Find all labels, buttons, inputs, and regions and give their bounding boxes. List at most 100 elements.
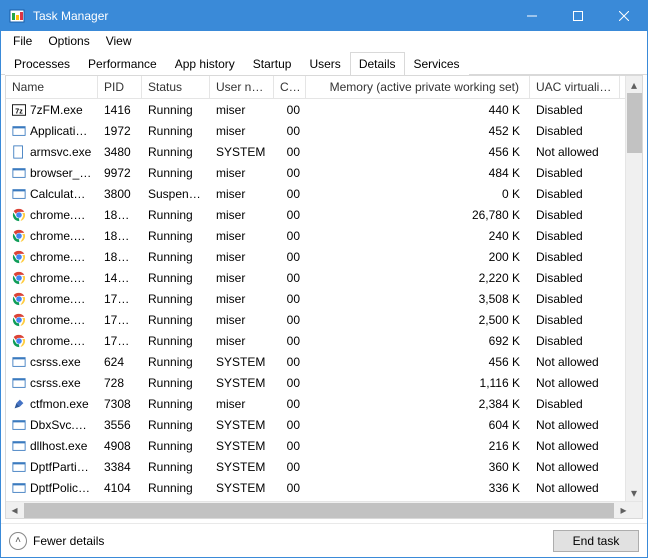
process-status: Running [142,458,210,476]
process-memory: 456 K [306,353,530,371]
table-row[interactable]: ApplicationFr...1972Runningmiser00452 KD… [6,120,642,141]
menu-view[interactable]: View [98,32,140,50]
process-icon [12,271,26,285]
process-name: Calculator.exe [30,187,92,201]
scroll-left-arrow-icon[interactable]: ◂ [6,503,23,517]
table-row[interactable]: chrome.exe14636Runningmiser002,220 KDisa… [6,267,642,288]
process-name: ApplicationFr... [30,124,92,138]
table-row[interactable]: dllhost.exe4908RunningSYSTEM00216 KNot a… [6,435,642,456]
process-pid: 1416 [98,101,142,119]
horizontal-scrollbar[interactable]: ◂ ▸ [6,501,642,518]
fewer-details-button[interactable]: ˄ Fewer details [9,532,104,550]
tab-app-history[interactable]: App history [166,52,244,75]
col-header-name[interactable]: Name [6,76,98,98]
process-status: Running [142,143,210,161]
tab-startup[interactable]: Startup [244,52,301,75]
table-row[interactable]: 7z7zFM.exe1416Runningmiser00440 KDisable… [6,99,642,120]
horizontal-scroll-thumb[interactable] [24,503,614,518]
process-name: browser_bro... [30,166,92,180]
tab-details[interactable]: Details [350,52,405,75]
process-uac: Disabled [530,227,620,245]
table-row[interactable]: armsvc.exe3480RunningSYSTEM00456 KNot al… [6,141,642,162]
table-row[interactable]: csrss.exe728RunningSYSTEM001,116 KNot al… [6,372,642,393]
process-user: SYSTEM [210,374,274,392]
table-row[interactable]: chrome.exe18248Runningmiser00240 KDisabl… [6,225,642,246]
details-content: Name PID Status User name CPU Memory (ac… [5,75,643,519]
process-uac: Not allowed [530,479,620,497]
table-row[interactable]: chrome.exe17576Runningmiser003,508 KDisa… [6,288,642,309]
process-name: DptfPolicyCri... [30,481,92,495]
scroll-down-arrow-icon[interactable]: ▾ [626,484,642,501]
scroll-up-arrow-icon[interactable]: ▴ [626,76,642,93]
process-uac: Disabled [530,269,620,287]
process-user: miser [210,290,274,308]
process-name: ctfmon.exe [30,397,89,411]
tab-services[interactable]: Services [405,52,469,75]
process-memory: 484 K [306,164,530,182]
menu-file[interactable]: File [5,32,40,50]
table-row[interactable]: chrome.exe18316Runningmiser00200 KDisabl… [6,246,642,267]
vertical-scrollbar[interactable]: ▴ ▾ [625,76,642,501]
process-memory: 692 K [306,332,530,350]
titlebar[interactable]: Task Manager [1,1,647,31]
footer: ˄ Fewer details End task [1,523,647,557]
process-cpu: 00 [274,500,306,502]
process-uac: Not allowed [530,353,620,371]
menubar: File Options View [1,31,647,51]
maximize-button[interactable] [555,1,601,31]
process-cpu: 00 [274,416,306,434]
process-uac: Disabled [530,206,620,224]
table-row[interactable]: Calculator.exe3800Suspendedmiser000 KDis… [6,183,642,204]
col-header-user[interactable]: User name [210,76,274,98]
table-row[interactable]: browser_bro...9972Runningmiser00484 KDis… [6,162,642,183]
process-name: dllhost.exe [30,439,87,453]
process-cpu: 00 [274,290,306,308]
scroll-right-arrow-icon[interactable]: ▸ [615,503,632,517]
process-icon [12,313,26,327]
table-row[interactable]: chrome.exe17756Runningmiser002,500 KDisa… [6,309,642,330]
process-user: SYSTEM [210,479,274,497]
process-cpu: 00 [274,248,306,266]
process-status: Running [142,164,210,182]
process-pid: 17668 [98,332,142,350]
table-row[interactable]: DbxSvc.exe3556RunningSYSTEM00604 KNot al… [6,414,642,435]
col-header-memory[interactable]: Memory (active private working set) [306,76,530,98]
table-row[interactable]: chrome.exe18220Runningmiser0026,780 KDis… [6,204,642,225]
process-user: SYSTEM [210,437,274,455]
process-cpu: 00 [274,353,306,371]
process-uac: Disabled [530,185,620,203]
process-pid: 3384 [98,458,142,476]
end-task-button[interactable]: End task [553,530,639,552]
process-memory: 360 K [306,458,530,476]
tab-users[interactable]: Users [300,52,349,75]
menu-options[interactable]: Options [40,32,97,50]
minimize-button[interactable] [509,1,555,31]
process-cpu: 00 [274,374,306,392]
process-user: miser [210,164,274,182]
process-user: SYSTEM [210,143,274,161]
table-body[interactable]: 7z7zFM.exe1416Runningmiser00440 KDisable… [6,99,642,501]
table-row[interactable]: DptfPolicyCri...4104RunningSYSTEM00336 K… [6,477,642,498]
process-pid: 3800 [98,185,142,203]
table-row[interactable]: csrss.exe624RunningSYSTEM00456 KNot allo… [6,351,642,372]
table-row[interactable]: DptfParticipa...3384RunningSYSTEM00360 K… [6,456,642,477]
process-pid: 17756 [98,311,142,329]
process-memory: 1,116 K [306,374,530,392]
process-table: Name PID Status User name CPU Memory (ac… [6,76,642,501]
tab-processes[interactable]: Processes [5,52,79,75]
process-pid: 18220 [98,206,142,224]
col-header-status[interactable]: Status [142,76,210,98]
table-row[interactable]: DptfPolicyLp...4132RunningSYSTEM00364 KN… [6,498,642,501]
tab-performance[interactable]: Performance [79,52,166,75]
task-manager-window: Task Manager File Options View Processes… [0,0,648,558]
close-button[interactable] [601,1,647,31]
vertical-scroll-thumb[interactable] [627,93,642,153]
col-header-cpu[interactable]: CPU [274,76,306,98]
table-row[interactable]: ctfmon.exe7308Runningmiser002,384 KDisab… [6,393,642,414]
process-status: Running [142,479,210,497]
process-icon [12,292,26,306]
task-manager-icon [9,8,25,24]
table-row[interactable]: chrome.exe17668Runningmiser00692 KDisabl… [6,330,642,351]
col-header-uac[interactable]: UAC virtualization [530,76,620,98]
col-header-pid[interactable]: PID [98,76,142,98]
